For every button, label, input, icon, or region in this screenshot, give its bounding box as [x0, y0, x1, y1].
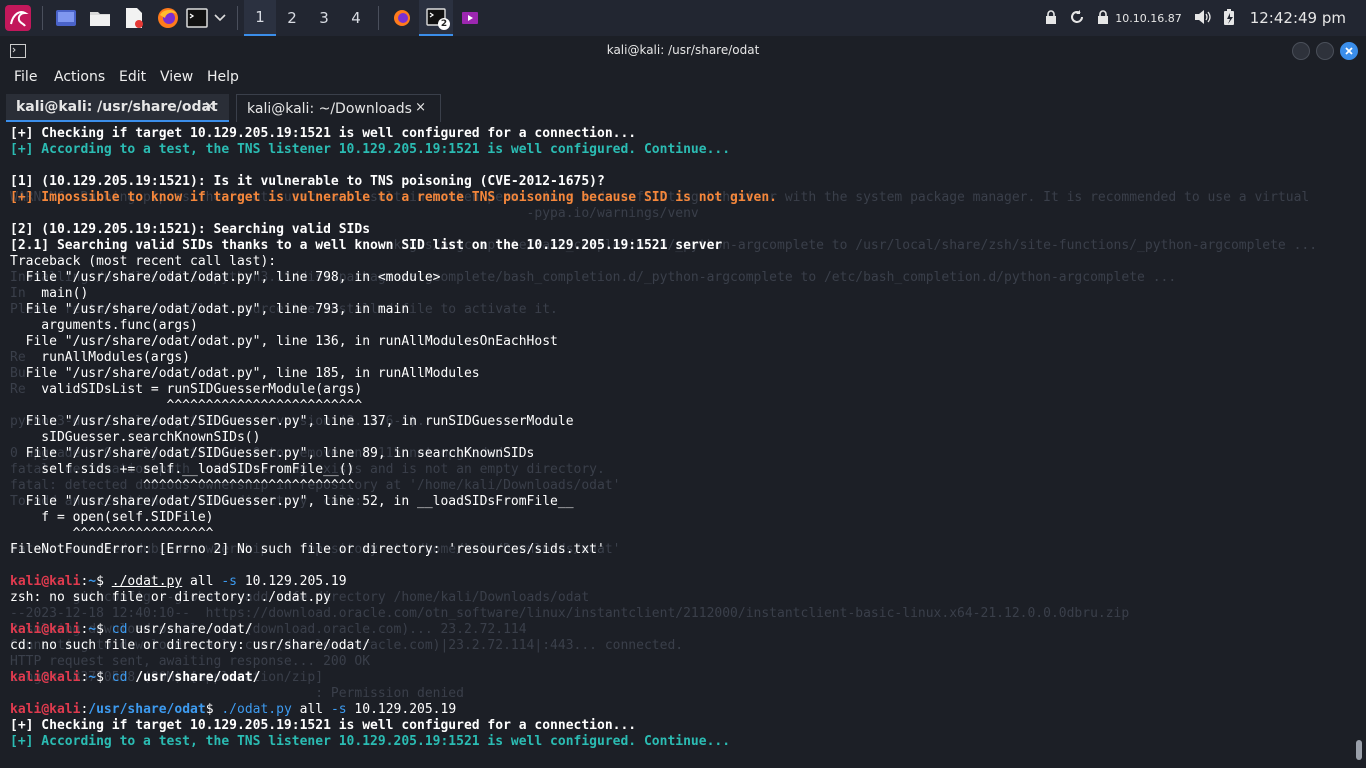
workspace-1[interactable]: 1	[244, 0, 276, 36]
traceback-line: ^^^^^^^^^^^^^^^^^^	[10, 526, 214, 541]
folder-icon[interactable]	[83, 0, 117, 36]
traceback-line: runAllModules(args)	[10, 350, 191, 365]
minimize-button[interactable]	[1292, 42, 1310, 60]
media-window-button[interactable]	[453, 0, 487, 36]
output-line: [+] According to a test, the TNS listene…	[10, 734, 731, 749]
traceback-line: File "/usr/share/odat/odat.py", line 798…	[10, 270, 441, 285]
prompt-line: kali@kali:~$ ./odat.py all -s 10.129.205…	[10, 574, 347, 589]
workspace-4[interactable]: 4	[340, 0, 372, 36]
scrollback-line: -pypa.io/warnings/venv	[10, 206, 699, 221]
close-icon	[1345, 47, 1353, 55]
output-line: [2] (10.129.205.19:1521): Searching vali…	[10, 222, 371, 237]
output-line: [2.1] Searching valid SIDs thanks to a w…	[10, 238, 723, 253]
firefox-icon	[394, 10, 410, 26]
firefox-window-button[interactable]	[385, 0, 419, 36]
scrollback-line: HTTP request sent, awaiting response... …	[10, 654, 371, 669]
menu-help[interactable]: Help	[207, 69, 239, 85]
output-line: [+] Checking if target 10.129.205.19:152…	[10, 126, 637, 141]
desktop-icon[interactable]	[49, 0, 83, 36]
taskbar: 1 2 3 4 2 10.10.16.87 12:42:49 pm	[0, 0, 1366, 36]
workspace-2[interactable]: 2	[276, 0, 308, 36]
tab-label: kali@kali: /usr/share/odat	[16, 99, 218, 115]
traceback-line: sIDGuesser.searchKnownSIDs()	[10, 430, 261, 445]
traceback-line: self.sids += self.__loadSIDsFromFile__()	[10, 462, 355, 477]
tab-label: kali@kali: ~/Downloads	[247, 100, 412, 117]
window-title: kali@kali: /usr/share/odat	[606, 43, 760, 57]
scrollback-line: : Permission denied	[10, 686, 464, 701]
clock[interactable]: 12:42:49 pm	[1250, 9, 1346, 27]
traceback-line: File "/usr/share/odat/odat.py", line 136…	[10, 334, 558, 349]
output-line: [+] Checking if target 10.129.205.19:152…	[10, 718, 637, 733]
vpn-lock-icon	[1097, 9, 1109, 27]
close-tab-icon[interactable]: ×	[415, 100, 426, 115]
traceback-line: File "/usr/share/odat/odat.py", line 185…	[10, 366, 480, 381]
maximize-button[interactable]	[1316, 42, 1334, 60]
scrollback-line: --2023-12-18 12:40:10-- https://download…	[10, 606, 1130, 621]
chevron-down-icon[interactable]	[209, 0, 231, 36]
scrollbar-thumb[interactable]	[1356, 740, 1362, 760]
traceback-line: arguments.func(args)	[10, 318, 198, 333]
close-tab-icon[interactable]: ×	[204, 99, 215, 114]
lock-icon[interactable]	[1045, 9, 1057, 27]
tab-usr-share-odat[interactable]: kali@kali: /usr/share/odat ×	[6, 94, 229, 122]
prompt-line: kali@kali:/usr/share/odat$ ./odat.py all…	[10, 702, 457, 717]
terminal-window-button[interactable]: 2	[419, 0, 453, 36]
workspace-3[interactable]: 3	[308, 0, 340, 36]
menu-bar: File Actions Edit View Help	[0, 65, 1366, 91]
volume-icon[interactable]	[1194, 9, 1212, 28]
firefox-icon[interactable]	[151, 0, 185, 36]
traceback-line: ^^^^^^^^^^^^^^^^^^^^^^^^^	[10, 398, 363, 413]
output-line: [+] Impossible to know if target is vuln…	[10, 190, 778, 205]
traceback-line: File "/usr/share/odat/SIDGuesser.py", li…	[10, 494, 574, 509]
prompt-line: kali@kali:~$ cd /usr/share/odat/	[10, 670, 261, 685]
traceback-line: ^^^^^^^^^^^^^^^^^^^^^^^^^^^	[10, 478, 355, 493]
traceback-line: File "/usr/share/odat/SIDGuesser.py", li…	[10, 414, 574, 429]
output-line: zsh: no such file or directory: ./odat.p…	[10, 590, 331, 605]
menu-edit[interactable]: Edit	[119, 69, 146, 85]
close-button[interactable]	[1340, 42, 1358, 60]
terminal-output[interactable]: ERROR: This error originates from a subp…	[0, 124, 1366, 768]
menu-view[interactable]: View	[160, 69, 193, 85]
prompt-line: kali@kali:~$ cd usr/share/odat/	[10, 622, 253, 637]
terminal-icon[interactable]	[185, 0, 209, 36]
output-line: cd: no such file or directory: usr/share…	[10, 638, 371, 653]
vpn-ip: 10.10.16.87	[1115, 11, 1182, 25]
traceback-line: Traceback (most recent call last):	[10, 254, 277, 269]
window-count-badge: 2	[438, 18, 450, 30]
battery-icon[interactable]	[1223, 8, 1234, 28]
tab-downloads[interactable]: kali@kali: ~/Downloads ×	[236, 94, 441, 122]
traceback-line: File "/usr/share/odat/SIDGuesser.py", li…	[10, 446, 535, 461]
output-line: [+] According to a test, the TNS listene…	[10, 142, 731, 157]
traceback-line: validSIDsList = runSIDGuesserModule(args…	[10, 382, 363, 397]
text-editor-icon[interactable]	[117, 0, 151, 36]
menu-actions[interactable]: Actions	[54, 69, 105, 85]
video-icon	[462, 12, 478, 24]
traceback-line: f = open(self.SIDFile)	[10, 510, 214, 525]
kali-menu-icon[interactable]	[0, 0, 36, 36]
tab-bar: kali@kali: /usr/share/odat × kali@kali: …	[0, 91, 1366, 124]
output-line: [1] (10.129.205.19:1521): Is it vulnerab…	[10, 174, 605, 189]
traceback-line: File "/usr/share/odat/odat.py", line 793…	[10, 302, 410, 317]
window-titlebar: kali@kali: /usr/share/odat	[0, 36, 1366, 65]
traceback-line: main()	[10, 286, 89, 301]
menu-file[interactable]: File	[14, 69, 37, 85]
refresh-icon[interactable]	[1069, 9, 1085, 28]
error-line: FileNotFoundError: [Errno 2] No such fil…	[10, 542, 605, 557]
